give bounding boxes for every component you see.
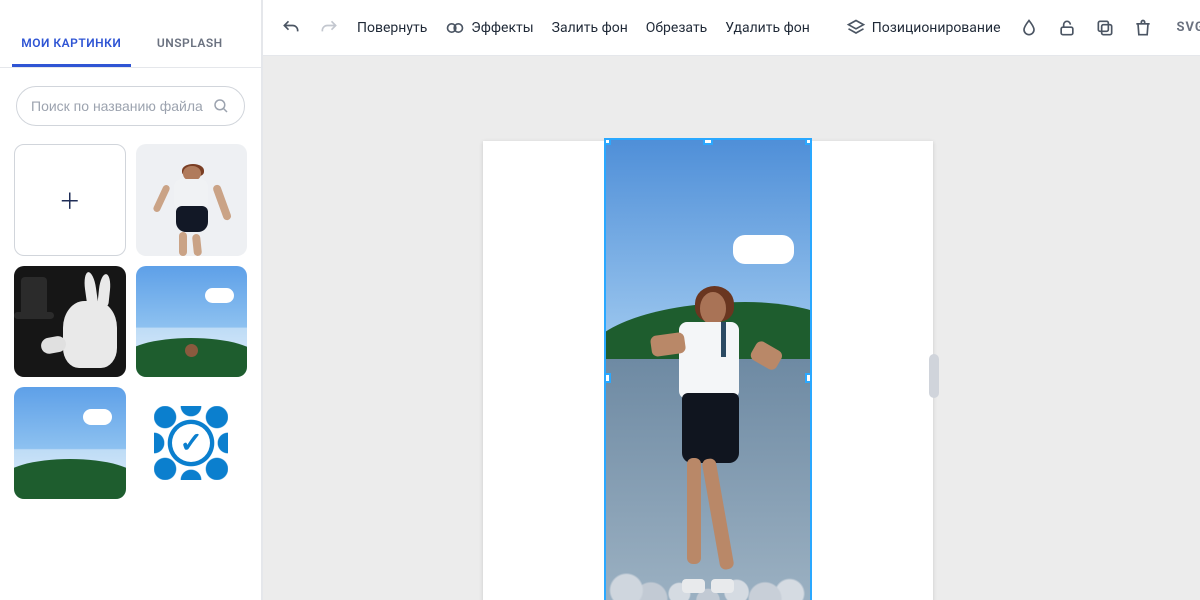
tool-label: Залить фон bbox=[552, 20, 628, 36]
page-resize-handle[interactable] bbox=[929, 354, 939, 398]
tool-label: Удалить фон bbox=[725, 20, 810, 36]
resize-handle-r[interactable] bbox=[805, 373, 812, 383]
svg-format-label[interactable]: SVG bbox=[1177, 20, 1200, 35]
search-wrap bbox=[0, 68, 261, 134]
rotate-button[interactable]: Повернуть bbox=[357, 20, 427, 36]
sidebar: МОИ КАРТИНКИ UNSPLASH ＋ bbox=[0, 0, 262, 600]
editor-area: Повернуть Эффекты Залить фон Обрезать Уд… bbox=[263, 0, 1200, 600]
image-thumbnail[interactable] bbox=[136, 266, 248, 378]
resize-handle-t[interactable] bbox=[703, 138, 713, 145]
delete-icon[interactable] bbox=[1133, 18, 1153, 38]
selected-image[interactable] bbox=[604, 138, 812, 600]
tab-label: МОИ КАРТИНКИ bbox=[21, 36, 121, 50]
redo-icon[interactable] bbox=[319, 18, 339, 38]
effects-button[interactable]: Эффекты bbox=[445, 18, 533, 38]
image-grid: ＋ ✓ bbox=[0, 134, 261, 600]
canvas[interactable] bbox=[263, 56, 1200, 600]
duplicate-icon[interactable] bbox=[1095, 18, 1115, 38]
undo-icon[interactable] bbox=[281, 18, 301, 38]
tab-label: UNSPLASH bbox=[157, 36, 223, 50]
plus-icon: ＋ bbox=[59, 184, 81, 216]
toolbar: Повернуть Эффекты Залить фон Обрезать Уд… bbox=[263, 0, 1200, 56]
image-thumbnail[interactable] bbox=[14, 266, 126, 378]
add-image-tile[interactable]: ＋ bbox=[14, 144, 126, 256]
crop-button[interactable]: Обрезать bbox=[646, 20, 708, 36]
search-input-container[interactable] bbox=[16, 86, 245, 126]
tab-unsplash[interactable]: UNSPLASH bbox=[131, 20, 250, 67]
tool-label: Эффекты bbox=[471, 20, 533, 36]
image-thumbnail[interactable] bbox=[14, 387, 126, 499]
resize-handle-l[interactable] bbox=[604, 373, 611, 383]
image-thumbnail[interactable] bbox=[136, 144, 248, 256]
remove-bg-button[interactable]: Удалить фон bbox=[725, 20, 810, 36]
effects-icon bbox=[445, 18, 465, 38]
tab-my-images[interactable]: МОИ КАРТИНКИ bbox=[12, 20, 131, 67]
tool-label: Позиционирование bbox=[872, 20, 1001, 36]
layers-icon bbox=[846, 18, 866, 38]
image-thumbnail[interactable]: ✓ bbox=[136, 387, 248, 499]
search-icon bbox=[212, 97, 230, 115]
search-input[interactable] bbox=[31, 98, 212, 114]
resize-handle-tr[interactable] bbox=[805, 138, 812, 145]
lock-icon[interactable] bbox=[1057, 18, 1077, 38]
sidebar-tabs: МОИ КАРТИНКИ UNSPLASH bbox=[0, 20, 261, 68]
positioning-button[interactable]: Позиционирование bbox=[846, 18, 1001, 38]
tool-label: Повернуть bbox=[357, 20, 427, 36]
opacity-icon[interactable] bbox=[1019, 18, 1039, 38]
tool-label: Обрезать bbox=[646, 20, 708, 36]
fill-bg-button[interactable]: Залить фон bbox=[552, 20, 628, 36]
resize-handle-tl[interactable] bbox=[604, 138, 611, 145]
